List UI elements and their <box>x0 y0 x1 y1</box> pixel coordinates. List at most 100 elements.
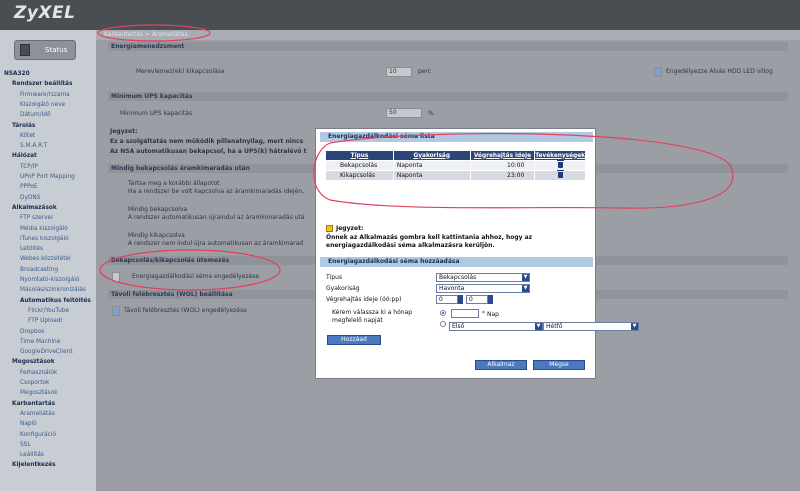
restore-opt3-desc: A rendszer nem indul újra automatikusan … <box>128 240 304 247</box>
day-radio[interactable] <box>440 310 446 316</box>
ups-label: Minimum UPS kapacitás <box>120 110 193 117</box>
sidebar-item[interactable]: Csoportok <box>20 379 96 387</box>
type-select[interactable]: Bekapcsolás ▼ <box>436 273 530 282</box>
list-title: Energiagazdálkodási séma lista <box>320 132 593 142</box>
col-frequency[interactable]: Gyakoriság <box>392 150 471 161</box>
minute-input[interactable]: 0 <box>466 295 488 304</box>
sidebar-item[interactable]: Dátum/Idő <box>20 111 96 119</box>
chevron-down-icon: ▼ <box>535 323 542 330</box>
status-label: Status <box>45 46 68 54</box>
schedule-checkbox[interactable] <box>112 272 120 282</box>
row-type: Bekapcsolás <box>325 160 394 171</box>
led-label: Engedélyezze Alvás HDD LED villog <box>666 68 773 75</box>
sidebar-item[interactable]: UPnP Port Mapping <box>20 173 96 181</box>
wol-checkbox[interactable] <box>112 306 120 316</box>
ordinal-select[interactable]: Első ▼ <box>449 322 543 331</box>
section-ups: Minimum UPS kapacitás <box>108 92 788 101</box>
col-time[interactable]: Végrehajtás ideje <box>469 150 536 161</box>
sidebar-item[interactable]: Felhasználók <box>20 369 96 377</box>
day-input[interactable] <box>451 309 479 318</box>
wol-label: Távoli felébresztés (WOL) engedélyezése <box>124 307 247 314</box>
sidebar-item[interactable]: Nyomtató-kiszolgáló <box>20 276 96 284</box>
sidebar-item[interactable]: Hálózat <box>12 152 96 160</box>
sidebar-item[interactable]: Time Machine <box>20 338 96 346</box>
sidebar-item[interactable]: Dropbox <box>20 328 96 336</box>
sidebar-item[interactable]: Tárolás <box>12 122 96 130</box>
breadcrumb: Karbantartás > Áramellátás <box>96 30 800 40</box>
sidebar-item[interactable]: Megosztások <box>12 358 96 366</box>
sidebar-item[interactable]: Letöltés <box>20 245 96 253</box>
sidebar-item[interactable]: PPPoE <box>20 183 96 191</box>
hour-input[interactable]: 0 <box>436 295 458 304</box>
add-button[interactable]: Hozzáad <box>327 335 381 345</box>
restore-opt3[interactable]: Mindig kikapcsolva <box>128 232 185 239</box>
sidebar-item[interactable]: Webes közzététel <box>20 255 96 263</box>
chevron-down-icon: ▼ <box>522 274 529 281</box>
col-type[interactable]: Típus <box>325 150 394 161</box>
bg-note-title: Jegyzet: <box>110 128 138 135</box>
weekday-radio[interactable] <box>440 321 446 327</box>
hdd-unit: perc <box>418 68 432 75</box>
sidebar-item[interactable]: Másolás/szinkronizálás <box>20 286 96 294</box>
schedule-dialog: Energiagazdálkodási séma lista Típus Gya… <box>315 128 639 379</box>
sidebar-item[interactable]: Kötet <box>20 132 96 140</box>
status-button[interactable]: Status <box>14 40 76 60</box>
sidebar-item[interactable]: S.M.A.R.T <box>20 142 96 150</box>
sidebar-item[interactable]: Alkalmazások <box>12 204 96 212</box>
row-time: 10:00 <box>469 160 536 171</box>
ups-input[interactable]: 50 <box>386 108 422 118</box>
schedule-table: Típus Gyakoriság Végrehajtás ideje Tevék… <box>325 150 586 181</box>
add-title: Energiagazdálkodási séma hozzáadása <box>320 257 593 267</box>
chevron-down-icon: ▼ <box>631 323 638 330</box>
sidebar-item[interactable]: Broadcasting <box>20 266 96 274</box>
sidebar-item[interactable]: GoogleDriveClient <box>20 348 96 356</box>
sidebar-item[interactable]: Flickr/YouTube <box>28 307 96 315</box>
bg-note-1: Ez a szolgáltatás nem működik pillanatny… <box>110 138 304 145</box>
hdd-label: Merevlemez(ek) kikapcsolása <box>136 68 225 75</box>
minute-stepper[interactable] <box>488 295 493 304</box>
restore-opt1[interactable]: Tartsa meg a korábbi állapotot <box>128 180 220 187</box>
sidebar-item[interactable]: Média kiszolgáló <box>20 225 96 233</box>
day-unit: Nap <box>487 311 499 318</box>
sidebar-item[interactable]: Rendszer beállítás <box>12 80 96 88</box>
sidebar-item[interactable]: Napló <box>20 420 96 428</box>
frequency-select[interactable]: Havonta ▼ <box>436 284 530 293</box>
sidebar-item[interactable]: Kijelentkezés <box>12 461 96 469</box>
sidebar-item[interactable]: NSA320 <box>4 70 96 78</box>
row-type: Kikapcsolás <box>325 170 394 181</box>
sidebar-item[interactable]: Karbantartás <box>12 400 96 408</box>
hdd-input[interactable]: 10 <box>386 67 412 77</box>
sidebar-item[interactable]: TCP/IP <box>20 163 96 171</box>
sidebar-item[interactable]: SSL <box>20 441 96 449</box>
row-time: 23:00 <box>469 170 536 181</box>
sidebar-item[interactable]: Áramellátás <box>20 410 96 418</box>
sidebar-item[interactable]: FTP szerver <box>20 214 96 222</box>
sidebar-item[interactable]: DyDNS <box>20 194 96 202</box>
sidebar-item[interactable]: Kiszolgáló neve <box>20 101 96 109</box>
led-checkbox[interactable] <box>654 67 662 77</box>
table-row: Kikapcsolás Naponta 23:00 <box>325 169 586 181</box>
weekday-select[interactable]: Hétfő ▼ <box>543 322 639 331</box>
sidebar-item[interactable]: Automatikus feltöltés <box>20 297 96 305</box>
row-frequency: Naponta <box>392 160 471 171</box>
weekday-value: Hétfő <box>546 323 563 330</box>
hour-stepper[interactable] <box>458 295 463 304</box>
delete-icon[interactable] <box>556 169 564 178</box>
time-label: Végrehajtás ideje (óó:pp) <box>326 296 402 303</box>
table-row: Bekapcsolás Naponta 10:00 <box>325 159 586 171</box>
apply-button[interactable]: Alkalmaz <box>475 360 527 370</box>
delete-icon[interactable] <box>556 159 564 168</box>
sidebar-item[interactable]: FTP Uploadr <box>28 317 96 325</box>
day-prompt-2: megfelelő napját <box>332 317 383 324</box>
sidebar-item[interactable]: Firmware/rszama <box>20 91 96 99</box>
note-text: Önnek az Alkalmazás gombra kell kattinta… <box>326 234 533 249</box>
frequency-value: Havonta <box>439 285 465 292</box>
restore-opt2[interactable]: Mindig bekapcsolva <box>128 206 187 213</box>
sidebar-item[interactable]: iTunes kiszolgáló <box>20 235 96 243</box>
sidebar-item[interactable]: Megosztások <box>20 389 96 397</box>
cancel-button[interactable]: Mégse <box>533 360 585 370</box>
required-mark: * <box>482 310 485 317</box>
schedule-label: Energiagazdálkodási séma engedélyezése <box>132 273 260 280</box>
sidebar-item[interactable]: Konfiguráció <box>20 431 96 439</box>
sidebar-item[interactable]: Leállítás <box>20 451 96 459</box>
